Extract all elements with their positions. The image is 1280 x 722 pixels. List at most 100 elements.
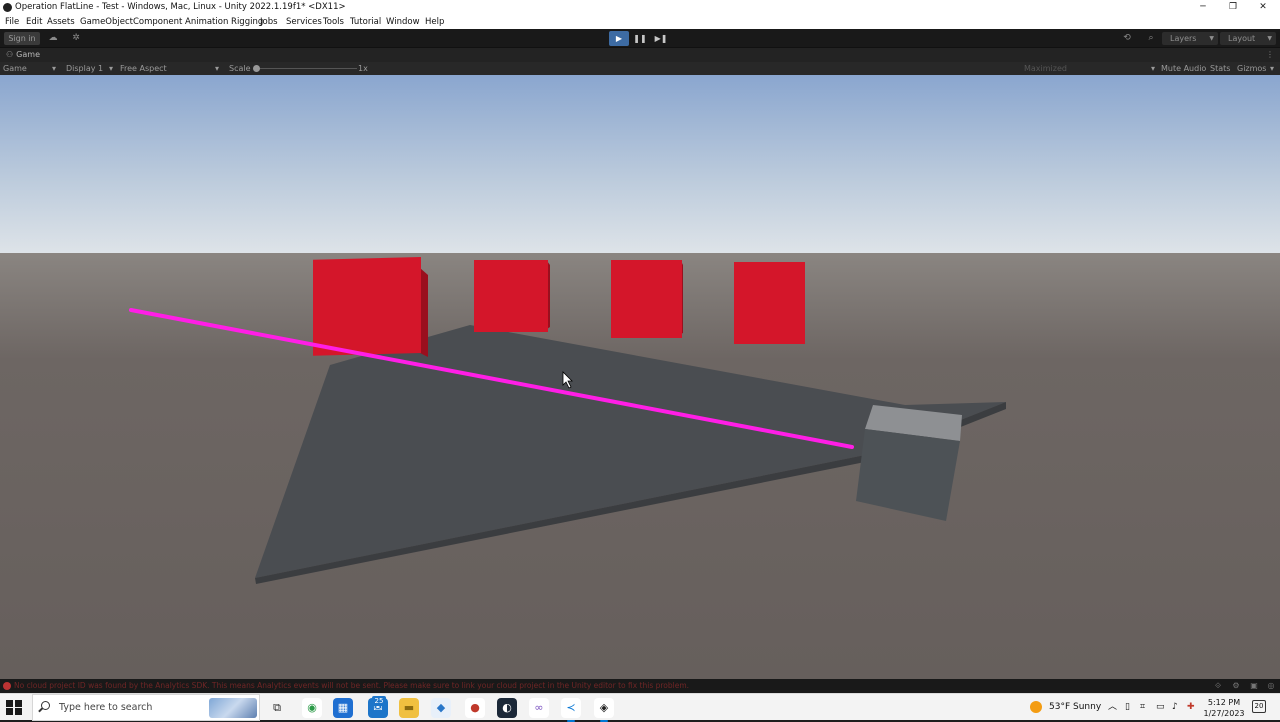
chevron-down-icon: ▾ (1151, 64, 1156, 73)
menu-services[interactable]: Services (286, 15, 322, 29)
menu-file[interactable]: File (5, 15, 19, 29)
tab-game-label: Game (16, 50, 40, 59)
error-icon (3, 682, 11, 690)
chevron-up-icon[interactable]: ︿ (1108, 694, 1117, 721)
mail-badge: 25 (372, 696, 386, 706)
console-status-bar[interactable]: No cloud project ID was found by the Ana… (0, 679, 1280, 693)
chevron-down-icon: ▾ (1270, 64, 1275, 73)
menu-edit[interactable]: Edit (26, 15, 42, 29)
chevron-down-icon: ▼ (1267, 35, 1272, 42)
volume-icon[interactable]: ♪ (1172, 694, 1178, 721)
console-message[interactable]: No cloud project ID was found by the Ana… (14, 679, 689, 693)
sky (0, 75, 1280, 265)
menu-window[interactable]: Window (386, 15, 420, 29)
window-title: Operation FlatLine - Test - Windows, Mac… (15, 2, 346, 12)
chevron-down-icon: ▾ (109, 64, 114, 73)
search-icon[interactable]: ⌕ (1143, 32, 1159, 45)
battery-icon[interactable]: ▭ (1156, 694, 1165, 721)
notification-icon[interactable]: 20 (1252, 700, 1266, 713)
scale-slider-track[interactable] (257, 68, 357, 69)
chrome-icon[interactable]: ◉ (302, 698, 322, 718)
taskbar-clock[interactable]: 5:12 PM 1/27/2023 (1201, 697, 1247, 719)
visual-studio-icon[interactable]: ∞ (529, 698, 549, 718)
gamepad-icon: ⚇ (6, 50, 14, 59)
title-bar: Operation FlatLine - Test - Windows, Mac… (0, 0, 1280, 15)
game-viewport[interactable] (0, 75, 1280, 679)
windows-start-icon[interactable] (6, 700, 24, 716)
game-view-toolbar: Game ▾ Display 1 ▾ Free Aspect ▾ Scale 1… (0, 62, 1280, 75)
app-tray-icon[interactable]: ✚ (1187, 694, 1195, 721)
collab-icon[interactable]: ✲ (68, 32, 84, 45)
minimize-button[interactable]: ─ (1188, 0, 1218, 15)
search-placeholder: Type here to search (59, 702, 153, 713)
clock-date: 1/27/2023 (1203, 709, 1245, 718)
chevron-down-icon: ▾ (52, 64, 57, 73)
play-button[interactable]: ▶ (609, 31, 629, 46)
chevron-down-icon: ▼ (1209, 35, 1214, 42)
game-scene (0, 75, 1280, 679)
red-cube-1 (313, 256, 421, 356)
unity-logo-icon (3, 3, 12, 12)
store-icon[interactable]: ▦ (333, 698, 353, 718)
red-cube-4 (734, 262, 805, 344)
close-button[interactable]: ✕ (1248, 0, 1278, 15)
pause-button[interactable]: ❚❚ (630, 31, 650, 46)
scale-slider-handle[interactable] (253, 65, 260, 72)
menu-jobs[interactable]: Jobs (260, 15, 278, 29)
stats-toggle[interactable]: Stats (1210, 62, 1230, 75)
layout-dropdown[interactable]: Layout ▼ (1220, 32, 1276, 45)
step-button[interactable]: ▶❚ (651, 31, 671, 46)
debug-icon[interactable]: ⚙ (1229, 679, 1243, 693)
weather-sun-icon[interactable] (1030, 701, 1042, 713)
layers-dropdown[interactable]: Layers ▼ (1162, 32, 1218, 45)
layers-label: Layers (1170, 34, 1197, 43)
menu-help[interactable]: Help (425, 15, 444, 29)
main-toolbar: Sign in ☁ ✲ ▶ ❚❚ ▶❚ ⟲ ⌕ Layers ▼ Layout … (0, 29, 1280, 48)
steam-icon[interactable]: ◐ (497, 698, 517, 718)
taskbar-search-box[interactable]: Type here to search (32, 694, 260, 721)
clock-time: 5:12 PM (1207, 698, 1241, 707)
game-mode-dropdown[interactable]: Game (3, 62, 27, 75)
menu-tools[interactable]: Tools (323, 15, 344, 29)
restore-button[interactable]: ❐ (1218, 0, 1248, 15)
history-icon[interactable]: ⟲ (1119, 32, 1135, 45)
weather-text[interactable]: 53°F Sunny (1049, 694, 1101, 721)
red-cube-1-side (420, 268, 428, 357)
task-view-icon[interactable]: ⧉ (267, 698, 287, 718)
recorder-icon[interactable]: ● (465, 698, 485, 718)
scale-value: 1x (358, 64, 368, 73)
menu-gameobject[interactable]: GameObject (80, 15, 133, 29)
red-cube-2 (474, 260, 548, 332)
mute-audio-toggle[interactable]: Mute Audio (1161, 62, 1206, 75)
menu-animation-rigging[interactable]: Animation Rigging (185, 15, 263, 29)
search-highlight-image (209, 698, 257, 718)
maximized-toggle[interactable]: Maximized (1024, 62, 1067, 75)
windows-taskbar: Type here to search ⧉ ◉ ▦ ✉ ▬ ◆ ● ◐ ∞ ≺ ◈ 25 53°F … (0, 693, 1280, 722)
aspect-dropdown[interactable]: Free Aspect (120, 62, 167, 75)
menu-bar: File Edit Assets GameObject Component An… (0, 15, 1280, 29)
menu-tutorial[interactable]: Tutorial (350, 15, 381, 29)
gizmos-toggle[interactable]: Gizmos (1237, 62, 1266, 75)
menu-component[interactable]: Component (133, 15, 182, 29)
tab-game[interactable]: ⚇ Game (2, 48, 62, 62)
cloud-icon[interactable]: ☁ (45, 32, 61, 45)
menu-assets[interactable]: Assets (47, 15, 75, 29)
app-blue-icon[interactable]: ◆ (431, 698, 451, 718)
red-cube-3 (611, 260, 682, 338)
unity-editor-window: Operation FlatLine - Test - Windows, Mac… (0, 0, 1280, 722)
vscode-icon[interactable]: ≺ (561, 698, 581, 722)
tab-bar: ⚇ Game ⋮ (0, 48, 1280, 62)
search-icon (41, 701, 50, 710)
layout-label: Layout (1228, 34, 1256, 43)
device-icon[interactable]: ▯ (1125, 694, 1130, 721)
network-icon[interactable]: ▣ (1247, 679, 1261, 693)
unity-icon[interactable]: ◈ (594, 698, 614, 722)
chevron-down-icon: ▾ (215, 64, 220, 73)
display-dropdown[interactable]: Display 1 (66, 62, 103, 75)
file-explorer-icon[interactable]: ▬ (399, 698, 419, 718)
sign-in-button[interactable]: Sign in (4, 32, 40, 45)
progress-icon[interactable]: ⟐ (1211, 679, 1225, 693)
network-tray-icon[interactable]: ⌗ (1140, 694, 1145, 721)
settings-icon[interactable]: ◎ (1264, 679, 1278, 693)
tab-options-icon[interactable]: ⋮ (1266, 48, 1274, 62)
